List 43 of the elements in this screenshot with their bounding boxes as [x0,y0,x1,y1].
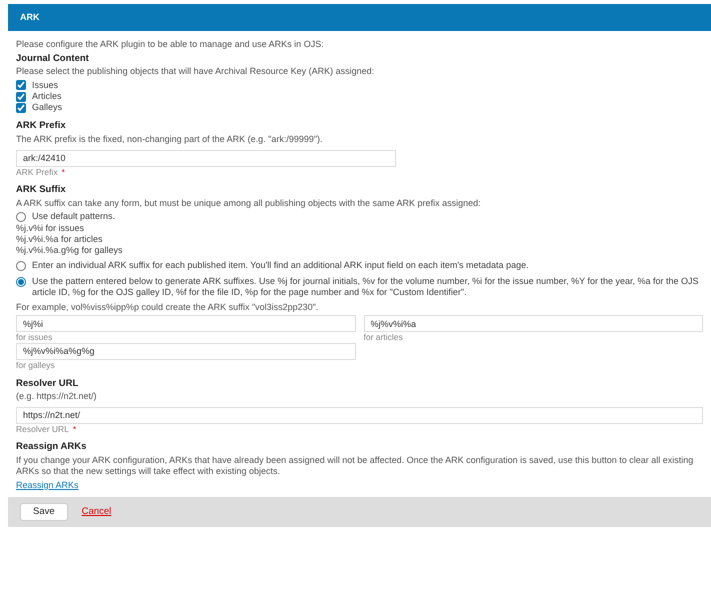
required-mark: * [62,166,65,178]
description-text: A ARK suffix can take any form, but must be unique among all publishing objects with the same ARK prefix assigned: [16,198,482,210]
cancel-link[interactable]: Cancel [82,506,112,518]
radio-label: Use the pattern entered below to generate ARK suffixes. Use %j for journal initials, %v for the volume number, %i for the issue number, %Y for the year, %a for the OJS article ID, %g for the OJS galley ID, %f for the file ID, %p for the page number and %x for "Custom Identifier". [32,276,700,298]
checkbox[interactable] [16,102,26,113]
field-label: for articles [364,332,404,343]
radio-button[interactable] [16,261,26,272]
radio-label: Use default patterns. [32,211,116,222]
field-label: Resolver URL [16,424,69,434]
text-field[interactable]: ark:/42410 [16,150,396,166]
field-label: for galleys [16,360,56,370]
pattern-note: %j.v%i.%a.g%g for galleys [16,245,124,256]
reassign-link[interactable]: Reassign ARKs [16,480,79,490]
checkbox[interactable] [16,92,26,102]
section-title: Reassign ARKs [16,441,88,454]
description-text: The ARK prefix is the fixed, non-changing part of the ARK (e.g. "ark:/99999"). [16,134,324,146]
description-text: If you change your ARK configuration, ARKs that have already been assigned will not be affected. Once the ARK configuration is saved, use this button to clear all existing ARKs so that the new settings will take effect with existing objects. [16,455,694,478]
checkbox[interactable] [16,80,26,90]
pattern-note: %j.v%i.%a for articles [16,234,104,245]
section-title: Journal Content [16,52,90,64]
text-field[interactable]: %j%v%i%a%g%g [16,342,356,360]
section-title: ARK Suffix [16,184,67,196]
intro-text: Please configure the ARK plugin to be able to manage and use ARKs in OJS: [16,39,325,50]
example-text: For example, vol%viss%ipp%p could create the ARK suffix "vol3iss2pp230". [16,302,320,314]
description-text: (e.g. https://n2t.net/) [16,391,98,403]
section-title: ARK Prefix [16,120,67,132]
checkbox-label: Issues [32,80,58,91]
checkbox-label: Articles [32,90,62,102]
pattern-note: %j.v%i for issues [16,222,86,234]
required-mark: * [72,424,76,434]
radio-label: Enter an individual ARK suffix for each published item. You'll find an additional ARK input field on each item's metadata page. [32,260,529,272]
checkbox-label: Galleys [32,102,62,114]
section-title: Resolver URL [16,378,80,390]
radio-button[interactable] [16,276,26,286]
save-button[interactable]: Save [20,502,68,521]
radio-button[interactable] [16,212,26,222]
text-field[interactable]: %j%v%i%a [364,315,703,332]
panel-title: ARK [8,4,711,32]
field-label: ARK Prefix [16,166,58,178]
text-field[interactable]: %j%i [16,315,356,332]
field-label: for issues [16,332,54,343]
description-text: Please select the publishing objects that will have Archival Resource Key (ARK) assigned: [16,66,376,78]
text-field[interactable]: https://n2t.net/ [16,406,703,424]
